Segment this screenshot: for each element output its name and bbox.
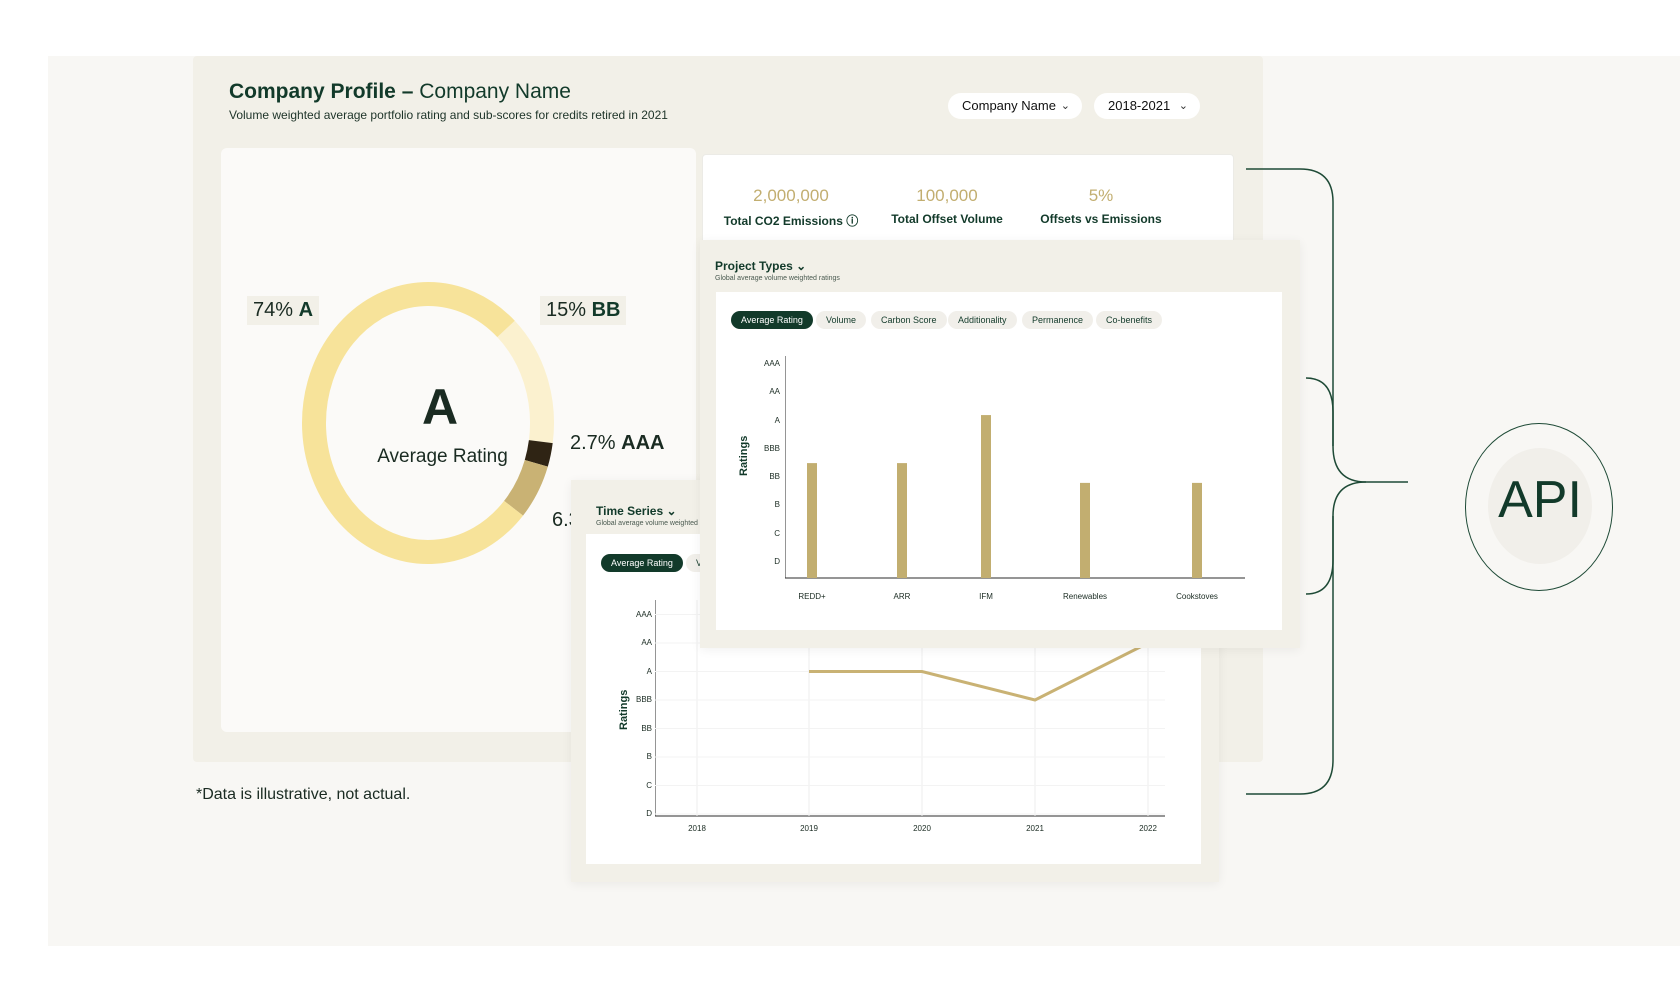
pt-bar-ifm [981,415,991,578]
kpi-value: 2,000,000 [753,186,829,205]
kpi-value: 5% [1088,186,1114,205]
rating-label: Average Rating [377,446,508,467]
segment-a-label: 74% A [247,296,320,325]
page-subtitle: Volume weighted average portfolio rating… [229,108,668,122]
pt-tab-carbon-score[interactable]: Carbon Score [871,311,947,329]
title-company: Company Name [413,80,571,103]
pt-x-tick: Cookstoves [1176,592,1218,601]
pt-x-tick: IFM [979,592,993,601]
kpi-offsets-vs-emissions: 5% Offsets vs Emissions [1026,186,1176,226]
disclaimer-note: *Data is illustrative, not actual. [196,786,411,803]
project-types-subtitle: Global average volume weighted ratings [715,275,840,282]
kpi-label: Offsets vs Emissions [1040,212,1162,226]
pt-y-tick: BBB [763,443,780,453]
pt-x-tick: ARR [893,592,911,601]
segment-aaa-label: 2.7% AAA [570,432,665,455]
donut-segment-bb [497,320,554,444]
pt-tab-additionality[interactable]: Additionality [948,311,1017,329]
pt-y-tick: B [774,500,780,510]
time-series-subtitle: Global average volume weighted r [596,520,703,527]
kpi-value: 100,000 [916,186,978,205]
chevron-down-icon: ⌄ [1060,100,1070,112]
period-select-label: 2018-2021 [1108,98,1171,113]
ts-y-tick: A [646,666,652,676]
pt-tab-co-benefits[interactable]: Co-benefits [1096,311,1163,329]
pt-y-tick: C [774,528,780,538]
ts-y-tick: D [646,809,652,818]
segment-bb-grade: BB [591,299,621,321]
ts-y-tick: B [646,752,652,761]
time-series-title[interactable]: Time Series ⌄ [596,504,677,518]
ts-y-tick: AA [641,638,652,647]
project-types-title[interactable]: Project Types ⌄ [715,259,806,273]
company-select-label: Company Name [962,98,1056,113]
ts-y-tick: BBB [635,695,652,704]
kpi-offset-volume: 100,000 Total Offset Volume [872,186,1022,226]
pt-y-tick: AA [769,387,780,397]
pt-y-tick: A [774,415,780,425]
pt-bar-cookstoves [1192,482,1202,578]
pt-y-tick: D [774,557,780,566]
ts-y-tick: BB [641,723,652,733]
pt-x-tick: Renewables [1062,592,1108,601]
pt-bar-renewables [1080,482,1090,578]
ts-y-tick: AAA [635,609,652,619]
pt-y-tick: AAA [763,359,780,369]
period-select[interactable]: 2018-2021 ⌄ [1094,93,1200,119]
pt-bar-redd [807,463,817,578]
project-types-plot [785,356,1245,579]
pt-tab-permanence[interactable]: Permanence [1022,311,1094,329]
segment-bb-label: 15% BB [540,296,627,325]
segment-aaa-pct: 2.7% [570,432,616,454]
kpi-emissions: 2,000,000 Total CO2 Emissions ⓘ [712,186,870,229]
pt-tab-volume[interactable]: Volume [816,311,867,329]
ts-y-tick: C [646,780,652,790]
rating-letter: A [421,379,459,435]
chevron-down-icon: ⌄ [1178,100,1188,112]
kpi-label: Total Offset Volume [891,212,1003,226]
pt-tab-average-rating[interactable]: Average Rating [731,311,813,329]
donut-segment-other [503,459,548,516]
api-label: API [1498,471,1582,529]
company-select[interactable]: Company Name ⌄ [948,93,1082,119]
segment-a-grade: A [298,299,314,321]
pt-x-tick: REDD+ [798,592,826,601]
api-connector-lines [1246,168,1408,795]
title-bold: Company Profile – [229,80,414,103]
kpi-label: Total CO2 Emissions ⓘ [723,214,859,228]
pt-bar-arr [897,463,907,578]
segment-bb-pct: 15% [546,299,587,321]
pt-y-tick: BB [769,472,780,482]
pt-y-axis-title: Ratings [738,435,750,476]
ts-tab-average-rating[interactable]: Average Rating [601,554,683,572]
segment-aaa-grade: AAA [621,432,665,454]
segment-a-pct: 74% [253,299,294,321]
page-title: Company Profile – Company Name [229,80,571,104]
